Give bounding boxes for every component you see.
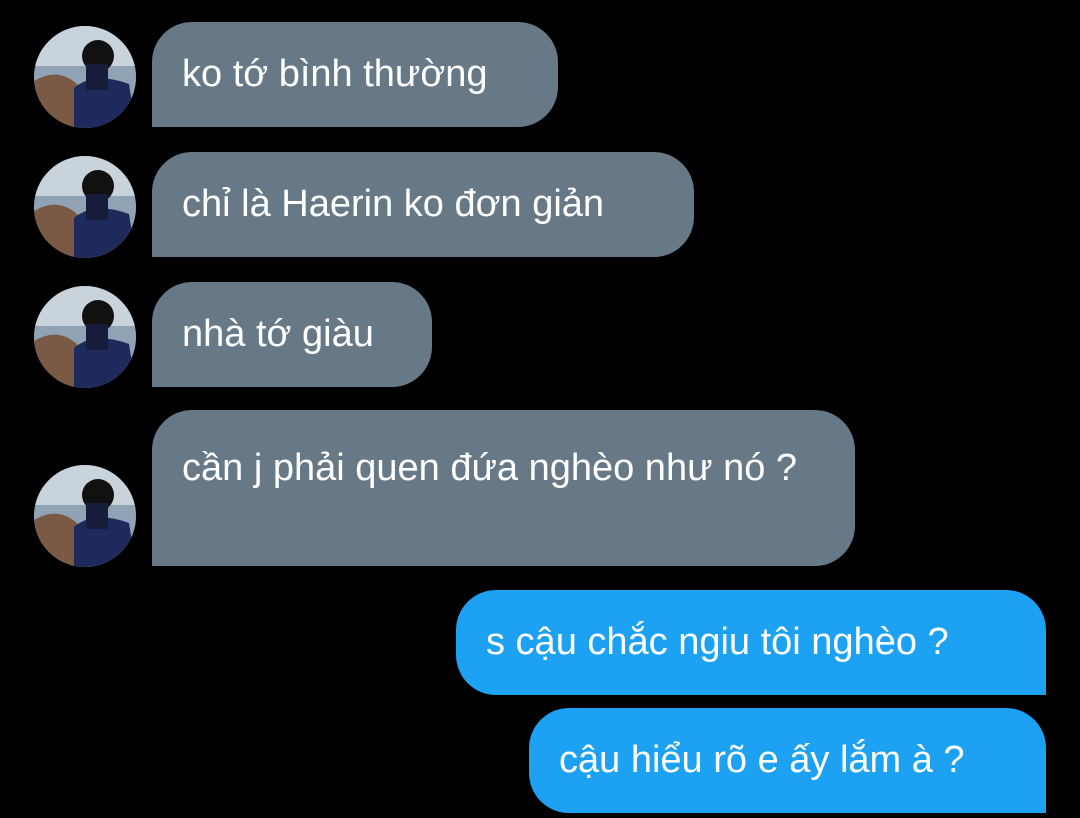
sender-avatar[interactable] xyxy=(34,465,136,567)
incoming-message-bubble[interactable]: chỉ là Haerin ko đơn giản xyxy=(152,152,694,257)
message-text: chỉ là Haerin ko đơn giản xyxy=(182,183,605,225)
incoming-message-bubble[interactable]: ko tớ bình thường xyxy=(152,22,558,127)
sender-avatar[interactable] xyxy=(34,156,136,258)
incoming-message-bubble[interactable]: nhà tớ giàu xyxy=(152,282,432,387)
message-text: cậu hiểu rõ e ấy lắm à ? xyxy=(559,739,965,781)
avatar-photo-icon xyxy=(34,156,136,258)
outgoing-message-bubble[interactable]: cậu hiểu rõ e ấy lắm à ? xyxy=(529,708,1046,813)
message-text: s cậu chắc ngiu tôi nghèo ? xyxy=(486,621,949,663)
sender-avatar[interactable] xyxy=(34,286,136,388)
avatar-photo-icon xyxy=(34,26,136,128)
message-text: ko tớ bình thường xyxy=(182,53,488,95)
sender-avatar[interactable] xyxy=(34,26,136,128)
message-text: cần j phải quen đứa nghèo như nó ? xyxy=(182,447,798,489)
message-text: nhà tớ giàu xyxy=(182,313,374,355)
avatar-photo-icon xyxy=(34,286,136,388)
outgoing-message-bubble[interactable]: s cậu chắc ngiu tôi nghèo ? xyxy=(456,590,1046,695)
chat-thread: ko tớ bình thường chỉ là Haerin ko đơn g… xyxy=(0,0,1080,818)
avatar-photo-icon xyxy=(34,465,136,567)
incoming-message-bubble[interactable]: cần j phải quen đứa nghèo như nó ? xyxy=(152,410,855,566)
